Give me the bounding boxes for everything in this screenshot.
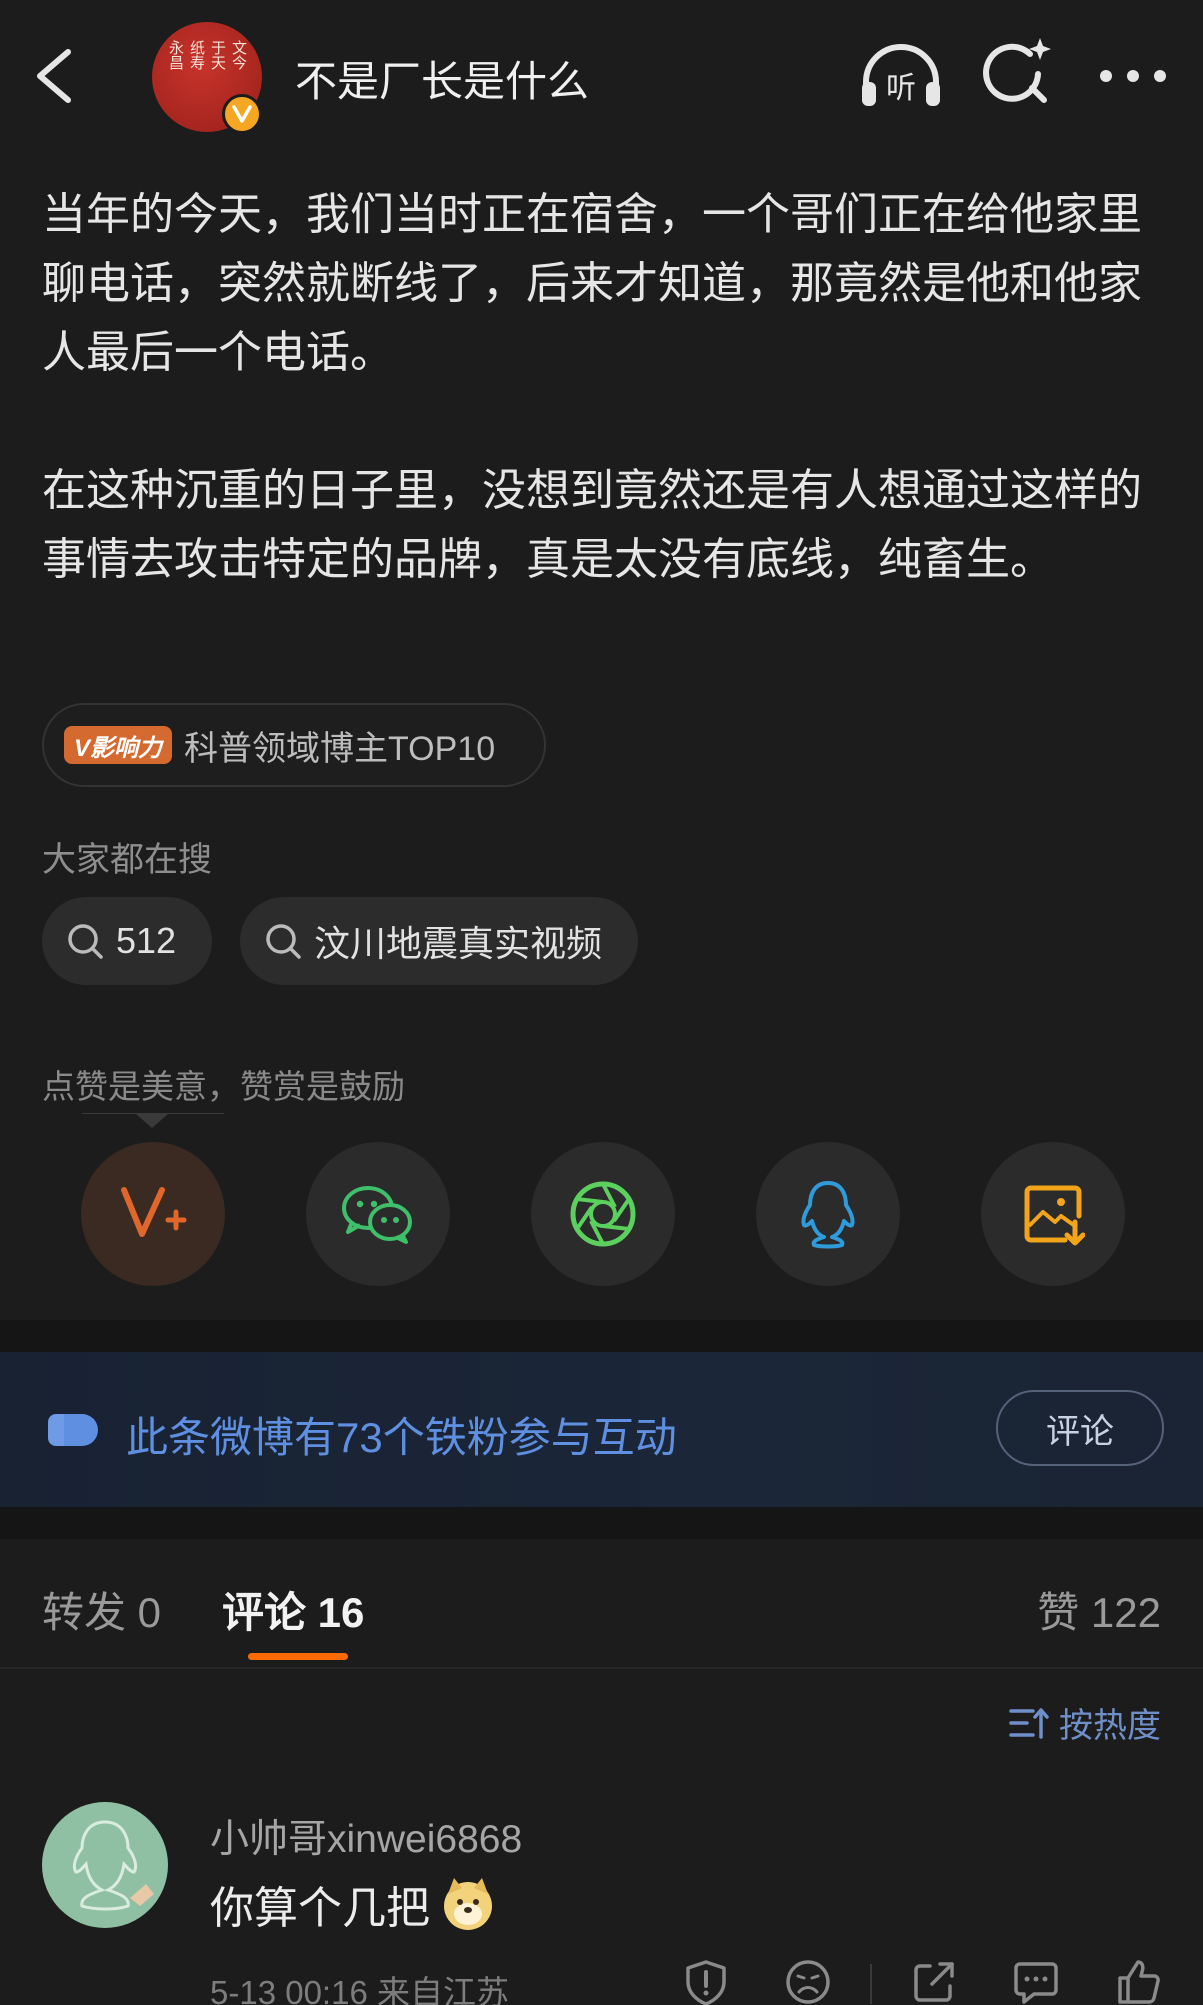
tab-comments[interactable]: 评论 16 <box>222 1579 364 1640</box>
more-options-icon[interactable] <box>1098 66 1168 86</box>
doge-emoji-icon <box>444 1878 492 1930</box>
comment-body: 你算个几把 <box>210 1884 430 1933</box>
moments-aperture-icon <box>570 1181 636 1247</box>
top-bar: 永昌 纸寿 于天 文今 不是厂长是什么 听 <box>0 0 1203 140</box>
weibo-v-plus-icon <box>121 1187 187 1237</box>
tooltip-arrow <box>136 1114 168 1128</box>
qq-share-button[interactable] <box>756 1142 900 1286</box>
report-shield-icon[interactable] <box>682 1958 730 2005</box>
search-icon[interactable] <box>982 36 1052 108</box>
hot-search-chip-label: 512 <box>116 920 177 961</box>
wechat-icon <box>342 1186 412 1244</box>
like-thumbs-up-icon[interactable] <box>1114 1958 1162 2005</box>
qq-penguin-icon <box>801 1181 855 1249</box>
hot-search-chip[interactable]: 汶川地震真实视频 <box>240 897 639 985</box>
wechat-share-button[interactable] <box>306 1142 450 1286</box>
save-image-button[interactable] <box>981 1142 1125 1286</box>
moments-share-button[interactable] <box>531 1142 675 1286</box>
sort-by-hot-button[interactable]: 按热度 <box>1007 1698 1161 1747</box>
share-icon[interactable] <box>910 1958 958 2005</box>
hot-search-heading: 大家都在搜 <box>42 841 212 879</box>
save-image-icon <box>1024 1185 1085 1246</box>
fans-badge-icon <box>48 1414 98 1446</box>
action-divider <box>870 1964 872 2004</box>
section-divider <box>0 1507 1203 1539</box>
commenter-name[interactable]: 小帅哥xinwei6868 <box>210 1808 522 1864</box>
search-icon <box>68 924 103 959</box>
reward-hint: 点赞是美意，赞赏是鼓励 <box>42 1068 405 1105</box>
hot-search-chip-label: 汶川地震真实视频 <box>314 923 603 964</box>
section-divider <box>0 1320 1203 1352</box>
post-paragraph-1: 当年的今天，我们当时正在宿舍，一个哥们正在给他家里聊电话，突然就断线了，后来才知… <box>42 190 1142 377</box>
commenter-avatar[interactable] <box>42 1802 168 1928</box>
weibo-reward-button[interactable] <box>81 1142 225 1286</box>
fans-comment-button[interactable]: 评论 <box>996 1390 1164 1466</box>
influence-tag[interactable]: V影响力 科普领域博主TOP10 <box>42 703 546 787</box>
hot-search-chip[interactable]: 512 <box>42 897 213 985</box>
verified-badge-icon <box>222 94 262 134</box>
fans-interaction-text: 此条微博有73个铁粉参与互动 <box>126 1414 677 1461</box>
sort-label: 按热度 <box>1059 1707 1161 1745</box>
tab-repost[interactable]: 转发 0 <box>42 1579 161 1640</box>
headphones-listen-icon[interactable]: 听 <box>858 40 944 110</box>
listen-label: 听 <box>886 71 916 106</box>
comment-text: 你算个几把 <box>210 1872 496 1936</box>
comment-meta: 5-13 00:16 来自江苏 <box>210 1974 509 2005</box>
default-penguin-avatar-icon <box>72 1820 154 1911</box>
fans-interaction-banner: 此条微博有73个铁粉参与互动 评论 <box>0 1352 1203 1507</box>
influence-label: 科普领域博主TOP10 <box>184 729 496 768</box>
reply-comment-icon[interactable] <box>1012 1958 1060 2005</box>
tab-likes[interactable]: 赞 122 <box>1037 1579 1161 1640</box>
search-icon <box>266 924 301 959</box>
active-tab-indicator <box>248 1653 348 1660</box>
back-icon[interactable] <box>28 46 80 106</box>
influence-badge: V影响力 <box>64 726 173 764</box>
feedback-tabs: 转发 0 评论 16 赞 122 <box>0 1539 1203 1669</box>
post-paragraph-2: 在这种沉重的日子里，没想到竟然还是有人想通过这样的事情去攻击特定的品牌，真是太没… <box>42 466 1142 584</box>
page-title[interactable]: 不是厂长是什么 <box>295 48 589 109</box>
sort-icon <box>1009 1707 1049 1739</box>
post-body: 当年的今天，我们当时正在宿舍，一个哥们正在给他家里聊电话，突然就断线了，后来才知… <box>42 180 1172 594</box>
dislike-face-icon[interactable] <box>784 1958 832 2005</box>
